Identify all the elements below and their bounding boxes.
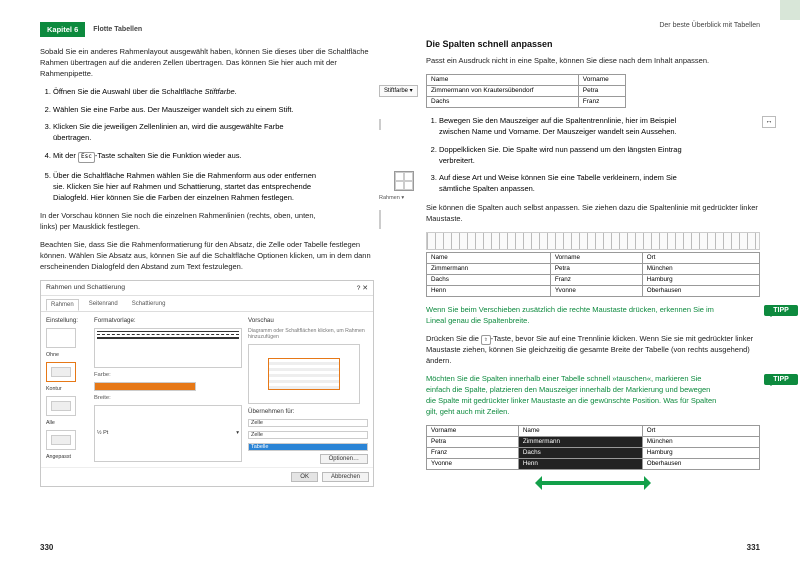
- tip-1: Wenn Sie beim Verschieben zusätzlich die…: [426, 305, 720, 327]
- table-example-3: VornameNameOrt PetraZimmermannMünchen Fr…: [426, 425, 760, 470]
- header-left: Kapitel 6 Flotte Tabellen: [40, 22, 374, 37]
- tab-rahmen: Rahmen: [46, 299, 79, 311]
- step-1: Öffnen Sie die Auswahl über die Schaltfl…: [53, 87, 374, 98]
- tab-seitenrand: Seitenrand: [85, 299, 122, 311]
- dialog-tabs: Rahmen Seitenrand Schattierung: [41, 296, 373, 312]
- preview-paragraph: In der Vorschau können Sie noch die einz…: [40, 211, 319, 233]
- table-example-1: NameVorname Zimmermann von Krautersübend…: [426, 74, 626, 108]
- borders-dialog: Rahmen und Schattierung ? ✕ Rahmen Seite…: [40, 280, 374, 487]
- dialog-help-close: ? ✕: [357, 284, 368, 292]
- dialog-title-text: Rahmen und Schattierung: [46, 284, 125, 292]
- shift-key: ⇧: [481, 335, 491, 346]
- width-dropdown: ½ Pt▾: [94, 405, 242, 462]
- right-steps: Bewegen Sie den Mauszeiger auf die Spalt…: [426, 116, 760, 195]
- vorschau-hint: Diagramm oder Schaltflächen klicken, um …: [248, 328, 368, 340]
- steps-list-1: Öffnen Sie die Auswahl über die Schaltfl…: [40, 87, 374, 163]
- absatz-paragraph: Beachten Sie, dass Sie die Rahmenformati…: [40, 240, 374, 273]
- tipp-badge-1: TIPP: [764, 305, 798, 316]
- running-head-right: Der beste Überblick mit Tabellen: [659, 22, 760, 29]
- step-3: Klicken Sie die jeweiligen Zellenlinien …: [53, 122, 374, 144]
- opt-kontur: [46, 362, 76, 382]
- page-left: Kapitel 6 Flotte Tabellen Sobald Sie ein…: [0, 0, 400, 564]
- tab-schattierung: Schattierung: [128, 299, 170, 311]
- step-2: Wählen Sie eine Farbe aus. Der Mauszeige…: [53, 105, 374, 116]
- vorschau-label: Vorschau: [248, 317, 368, 324]
- uebernehmen-label: Übernehmen für:: [248, 408, 368, 415]
- tip-2: Möchten Sie die Spalten innerhalb einer …: [426, 374, 720, 418]
- esc-key: Esc: [78, 152, 95, 163]
- step-5: Über die Schaltfläche Rahmen wählen Sie …: [53, 171, 374, 204]
- page-right: Der beste Überblick mit Tabellen Die Spa…: [400, 0, 800, 564]
- resize-cursor-icon: ↔: [762, 116, 778, 128]
- rstep-2: Doppelklicken Sie. Die Spalte wird nun p…: [439, 145, 760, 167]
- page-number-right: 331: [747, 543, 760, 552]
- color-swatch: [94, 382, 196, 391]
- opt-ohne: [46, 328, 76, 348]
- ruler-illustration: [426, 232, 760, 250]
- header-right: Der beste Überblick mit Tabellen: [426, 22, 760, 29]
- ok-button: OK: [291, 472, 318, 482]
- book-spread: Kapitel 6 Flotte Tabellen Sobald Sie ein…: [0, 0, 800, 564]
- rstep-1: Bewegen Sie den Mauszeiger auf die Spalt…: [439, 116, 760, 138]
- swap-arrow: [426, 476, 760, 490]
- apply-option-2: Zelle: [248, 431, 368, 439]
- intro-paragraph: Sobald Sie ein anderes Rahmenlayout ausg…: [40, 47, 374, 80]
- right-p3: Drücken Sie die ⇧-Taste, bevor Sie auf e…: [426, 334, 760, 367]
- double-arrow-icon: [528, 476, 658, 490]
- options-button: Optionen…: [320, 454, 368, 464]
- steps-list-2: Über die Schaltfläche Rahmen wählen Sie …: [40, 171, 374, 204]
- format-label: Formatvorlage:: [94, 317, 242, 324]
- chapter-badge: Kapitel 6: [40, 22, 85, 37]
- step-4: Mit der Esc-Taste schalten Sie die Funkt…: [53, 151, 374, 163]
- rstep-3: Auf diese Art und Weise können Sie eine …: [439, 173, 760, 195]
- corner-tab: [780, 0, 800, 20]
- right-p2: Sie können die Spalten auch selbst anpas…: [426, 203, 760, 225]
- table-example-2: NameVornameOrt ZimmermannPetraMünchen Da…: [426, 252, 760, 297]
- opt-alle: [46, 396, 76, 416]
- opt-angepasst: [46, 430, 76, 450]
- right-intro: Passt ein Ausdruck nicht in eine Spalte,…: [426, 56, 760, 67]
- apply-option-1: Zelle: [248, 419, 368, 427]
- cancel-button: Abbrechen: [322, 472, 369, 482]
- dialog-titlebar: Rahmen und Schattierung ? ✕: [41, 281, 373, 296]
- preview-pane: [248, 344, 360, 404]
- tipp-badge-2: TIPP: [764, 374, 798, 385]
- page-number-left: 330: [40, 543, 53, 552]
- einstellung-label: Einstellung:: [46, 317, 88, 324]
- section-heading: Die Spalten schnell anpassen: [426, 39, 760, 49]
- apply-option-selected: Tabelle: [248, 443, 368, 451]
- chapter-title: Flotte Tabellen: [93, 26, 142, 33]
